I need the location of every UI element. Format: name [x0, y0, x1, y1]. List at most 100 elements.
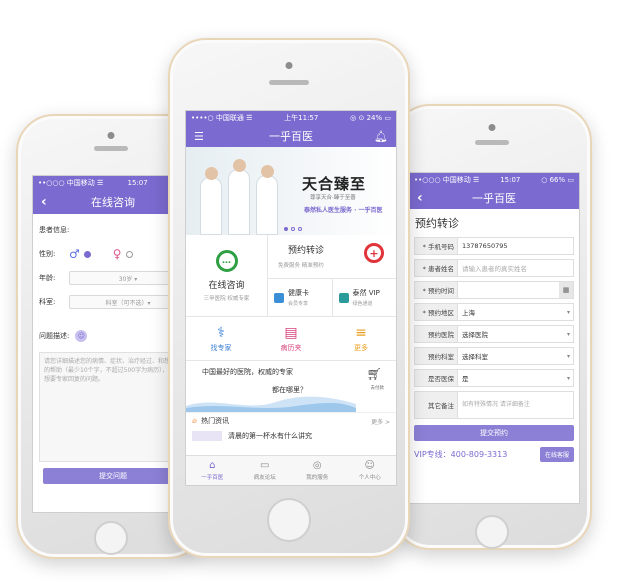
bottom-tab-bar: ⌂ 一乎百医 ▭ 病友论坛 ◎ 我的服务 ☺ 个人中心 [186, 455, 396, 485]
form-row: * 手机号码 13787650795 [409, 235, 579, 257]
field-label: * 患者姓名 [414, 259, 458, 277]
field-select[interactable]: 选择医院 ▾ [458, 325, 574, 343]
form-row: * 患者姓名 请输入患者的真实姓名 [409, 257, 579, 279]
banner-slogan: 泰然私人医生服务 · 一乎百医 [304, 207, 383, 214]
form-row: * 预约地区 上海 ▾ [409, 301, 579, 323]
tab-home[interactable]: ⌂ 一乎百医 [186, 456, 239, 485]
back-icon[interactable]: ‹ [417, 190, 423, 206]
location-pin-icon: + [364, 243, 384, 263]
record-icon: ▤ [284, 324, 298, 341]
tab-profile[interactable]: ☺ 个人中心 [344, 456, 397, 485]
field-input[interactable]: 请输入患者的真实姓名 [458, 259, 574, 277]
female-radio[interactable] [125, 250, 133, 258]
field-input[interactable]: 13787650795 [458, 237, 574, 255]
news-more-link[interactable]: 更多 > [371, 417, 390, 426]
chevron-down-icon: ▾ [566, 352, 570, 360]
earpiece-speaker [269, 80, 309, 85]
male-radio[interactable] [83, 250, 91, 258]
menu-icon[interactable]: ☰ [194, 130, 204, 143]
quick-label: 找专家 [210, 343, 232, 352]
field-select[interactable]: 上海 ▾ [458, 303, 574, 321]
status-bar: ••○○○ 中国移动 ☰ 15:07 ○ 66% ▭ [409, 173, 579, 187]
field-label: * 预约时间 [414, 281, 458, 299]
service-right-column: 预约转诊 免费服务 精准预约 + 健康卡 会员专享 泰然 VIP 绿色通道 [268, 235, 396, 316]
home-button[interactable] [94, 521, 128, 555]
news-thumbnail [192, 431, 222, 441]
vip-card[interactable]: 泰然 VIP 绿色通道 [333, 279, 397, 316]
ad-line-1: 中国最好的医院，权威的专家 [202, 368, 293, 376]
field-value: 请输入患者的真实姓名 [462, 265, 527, 273]
carrier-text: ••••○ 中国联通 ☰ [191, 114, 253, 122]
more-icon: ≡ [355, 324, 367, 341]
quick-more[interactable]: ≡ 更多 [326, 317, 396, 360]
field-label: 是否医保 [414, 369, 458, 387]
health-card-title: 健康卡 [288, 289, 309, 297]
promo-banner[interactable]: 天合臻至 尊享天合·臻于至善 泰然私人医生服务 · 一乎百医 [186, 147, 396, 235]
home-button[interactable] [267, 498, 311, 542]
clock-text: 15:07 [500, 176, 521, 184]
service-icon: ◎ [312, 460, 322, 471]
cart-icon[interactable]: 🛒︎ [367, 367, 382, 381]
carousel-dot[interactable] [284, 227, 288, 231]
carousel-dot[interactable] [291, 227, 295, 231]
question-textarea[interactable]: 请您详细描述您的病情、症状、治疗经过、和想获得的帮助（最少10个字，不超过500… [39, 352, 187, 462]
online-service-button[interactable]: 在线客服 [539, 447, 574, 462]
field-select[interactable]: 是 ▾ [458, 369, 574, 387]
carousel-dots[interactable] [284, 227, 302, 231]
submit-question-button[interactable]: 提交问题 [43, 468, 183, 484]
carousel-dot[interactable] [298, 227, 302, 231]
service-bottom-row: 健康卡 会员专享 泰然 VIP 绿色通道 [268, 279, 396, 316]
vip-hotline-row: VIP专线：400-809-3313 在线客服 [409, 445, 579, 464]
age-label: 年龄: [39, 274, 56, 282]
quick-find-expert[interactable]: ⚕ 找专家 [186, 317, 256, 360]
battery-text: ◎ ⊙ 24% ▭ [350, 114, 391, 122]
bell-icon[interactable]: 🔔︎ [374, 130, 388, 143]
field-select[interactable]: ▦ [458, 281, 574, 299]
fire-icon: 🔥︎ [192, 416, 198, 425]
clock-text: 15:07 [127, 179, 148, 187]
cart-label: 去付款 [370, 386, 385, 391]
user-icon: ☺ [364, 460, 375, 471]
tab-label: 一乎百医 [201, 475, 224, 481]
vip-title: 泰然 VIP [352, 289, 380, 297]
battery-text: ○ 66% ▭ [541, 176, 574, 184]
submit-referral-button[interactable]: 提交预约 [414, 425, 574, 441]
status-bar: ••••○ 中国联通 ☰ 上午11:57 ◎ ⊙ 24% ▭ [186, 111, 396, 125]
ad-line-2: 都在哪里？ [272, 386, 307, 394]
field-select[interactable]: 选择科室 ▾ [458, 347, 574, 365]
back-icon[interactable]: ‹ [41, 194, 47, 210]
health-card-icon [274, 292, 284, 303]
book-icon [338, 292, 349, 303]
vip-subtitle: 绿色通道 [352, 301, 373, 307]
chat-icon: … [215, 249, 238, 272]
news-item[interactable]: 清晨的第一杯水有什么讲究 [186, 429, 396, 443]
home-button[interactable] [475, 515, 509, 549]
referral-heading: 预约转诊 [415, 217, 459, 230]
health-card-card[interactable]: 健康卡 会员专享 [268, 279, 333, 316]
online-consult-title: 在线咨询 [208, 280, 245, 291]
news-header: 🔥︎ 热门资讯 更多 > [186, 413, 396, 429]
clock-text: 上午11:57 [284, 114, 319, 122]
quick-medical-records[interactable]: ▤ 病历夹 [256, 317, 326, 360]
ad-banner[interactable]: 中国最好的医院，权威的专家 都在哪里？ 🛒︎ 去付款 [186, 361, 396, 413]
voice-icon[interactable]: ☺ [75, 330, 88, 342]
quick-label: 更多 [354, 343, 368, 352]
tab-forum[interactable]: ▭ 病友论坛 [239, 456, 292, 485]
phone-home: ••••○ 中国联通 ☰ 上午11:57 ◎ ⊙ 24% ▭ ☰ 一乎百医 🔔︎… [168, 38, 410, 558]
chevron-down-icon: ▾ [566, 374, 570, 382]
vip-hotline-text[interactable]: VIP专线：400-809-3313 [414, 449, 507, 460]
form-row: 预约科室 选择科室 ▾ [409, 345, 579, 367]
health-card-subtitle: 会员专享 [288, 301, 309, 307]
forum-icon: ▭ [260, 460, 270, 471]
service-grid: … 在线咨询 三甲医院 权威专家 预约转诊 免费服务 精准预约 + 健康卡 会员… [186, 235, 396, 317]
carrier-text: ••○○○ 中国移动 ☰ [38, 179, 104, 187]
doctor-icon: ⚕ [217, 324, 225, 341]
referral-card[interactable]: 预约转诊 免费服务 精准预约 + [268, 235, 396, 279]
female-icon: ♀ [112, 247, 122, 261]
tab-label: 个人中心 [358, 475, 381, 481]
tab-my-services[interactable]: ◎ 我的服务 [291, 456, 344, 485]
remarks-input[interactable]: 如有特殊情况 请详细备注 [458, 391, 574, 419]
online-consult-card[interactable]: … 在线咨询 三甲医院 权威专家 [186, 235, 268, 316]
earpiece-speaker [475, 140, 509, 145]
calendar-icon[interactable]: ▦ [559, 282, 573, 298]
